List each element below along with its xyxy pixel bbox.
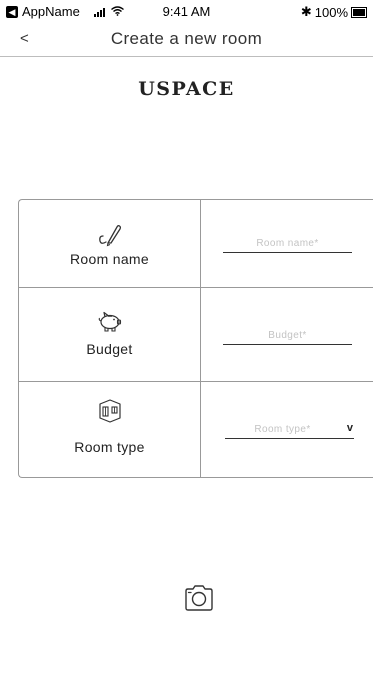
room-type-select[interactable]: Room type* v [225, 422, 354, 439]
room-form: Room name Budget [18, 199, 373, 478]
status-bar: ◀ AppName 9:41 AM ✱ 100% [0, 0, 373, 22]
room-name-label-cell: Room name [19, 200, 201, 287]
battery-icon [351, 6, 367, 18]
battery-percent: 100% [314, 4, 348, 20]
budget-input-cell [201, 288, 373, 381]
room-type-label-cell: Room type [19, 382, 201, 478]
chevron-down-icon: v [346, 422, 353, 434]
nav-bar: < Create a new room [0, 24, 373, 57]
brand-logo: USPACE [138, 78, 235, 100]
budget-row: Budget [19, 288, 373, 382]
status-right: ✱ 100% [301, 4, 367, 20]
page-title: Create a new room [110, 29, 263, 48]
budget-label-cell: Budget [19, 288, 201, 381]
room-name-input[interactable] [223, 237, 352, 253]
room-name-label: Room name [70, 251, 149, 267]
room-name-row: Room name [19, 200, 373, 288]
camera-icon[interactable] [183, 584, 215, 612]
budget-input[interactable] [223, 329, 352, 345]
bluetooth-icon: ✱ [300, 4, 312, 19]
room-name-input-cell [201, 200, 373, 287]
piggy-bank-icon [98, 311, 121, 332]
pen-icon [98, 225, 121, 247]
room-type-row: Room type Room type* v [19, 382, 373, 478]
room-box-icon [98, 399, 121, 423]
room-type-input-cell: Room type* v [201, 382, 373, 478]
budget-label: Budget [86, 341, 133, 357]
room-type-label: Room type [74, 439, 145, 455]
room-type-placeholder: Room type* [254, 424, 311, 435]
